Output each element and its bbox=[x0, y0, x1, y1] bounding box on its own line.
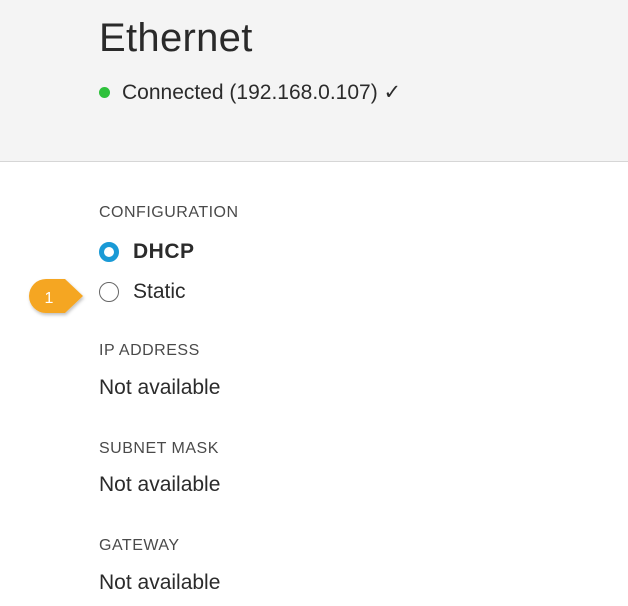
static-radio-option[interactable]: Static bbox=[99, 280, 186, 304]
dhcp-label: DHCP bbox=[133, 240, 195, 263]
static-label: Static bbox=[133, 280, 186, 303]
connected-status-icon bbox=[99, 87, 110, 98]
ip-address-label: IP ADDRESS bbox=[99, 342, 200, 359]
subnet-mask-label: SUBNET MASK bbox=[99, 440, 219, 457]
connection-status: Connected (192.168.0.107) ✓ bbox=[99, 80, 401, 105]
subnet-mask-value: Not available bbox=[99, 473, 221, 496]
configuration-label: CONFIGURATION bbox=[99, 204, 239, 221]
gateway-value: Not available bbox=[99, 571, 221, 594]
page-title: Ethernet bbox=[99, 16, 253, 60]
radio-selected-icon[interactable] bbox=[99, 242, 119, 262]
gateway-label: GATEWAY bbox=[99, 537, 180, 554]
radio-unselected-icon[interactable] bbox=[99, 282, 119, 302]
callout-number: 1 bbox=[45, 290, 54, 307]
step-callout-marker: 1 bbox=[29, 279, 83, 313]
ip-address-value: Not available bbox=[99, 376, 221, 399]
callout-badge-icon bbox=[29, 279, 83, 313]
dhcp-radio-option[interactable]: DHCP bbox=[99, 240, 195, 264]
connection-status-text: Connected (192.168.0.107) ✓ bbox=[122, 81, 402, 104]
ethernet-header: Ethernet Connected (192.168.0.107) ✓ bbox=[0, 0, 628, 162]
